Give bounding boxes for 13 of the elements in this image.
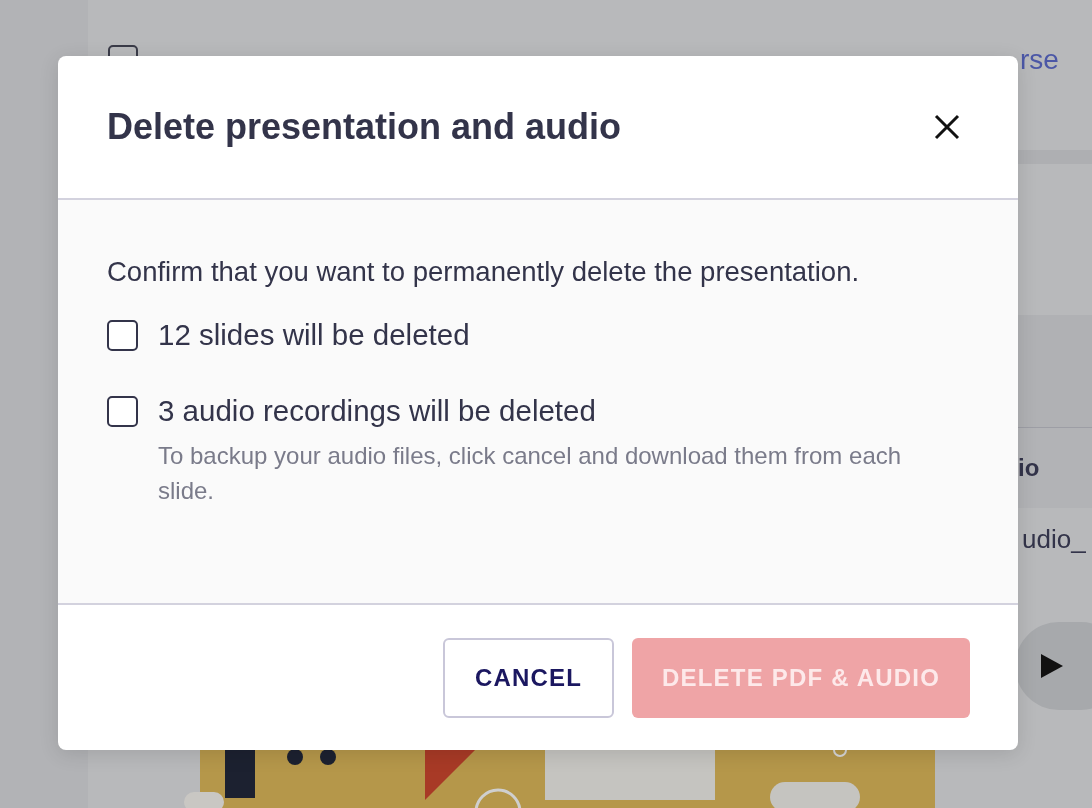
- checkbox[interactable]: [107, 395, 138, 427]
- close-button[interactable]: [934, 114, 960, 140]
- table-cell: udio_: [1022, 524, 1086, 555]
- checkbox[interactable]: [107, 319, 138, 351]
- dialog-title: Delete presentation and audio: [107, 106, 622, 148]
- cancel-button[interactable]: CANCEL: [443, 637, 614, 718]
- checkbox-label[interactable]: 12 slides will be deleted: [158, 318, 470, 352]
- hint-text: To backup your audio files, click cancel and download them from each slide.: [158, 441, 903, 506]
- column-heading: io: [1018, 454, 1040, 482]
- confirm-message: Confirm that you want to permanently delete the presentation.: [107, 256, 861, 288]
- checkbox-label[interactable]: 3 audio recordings will be deleted: [158, 394, 596, 428]
- play-icon: [1041, 654, 1063, 678]
- close-icon: [934, 114, 960, 140]
